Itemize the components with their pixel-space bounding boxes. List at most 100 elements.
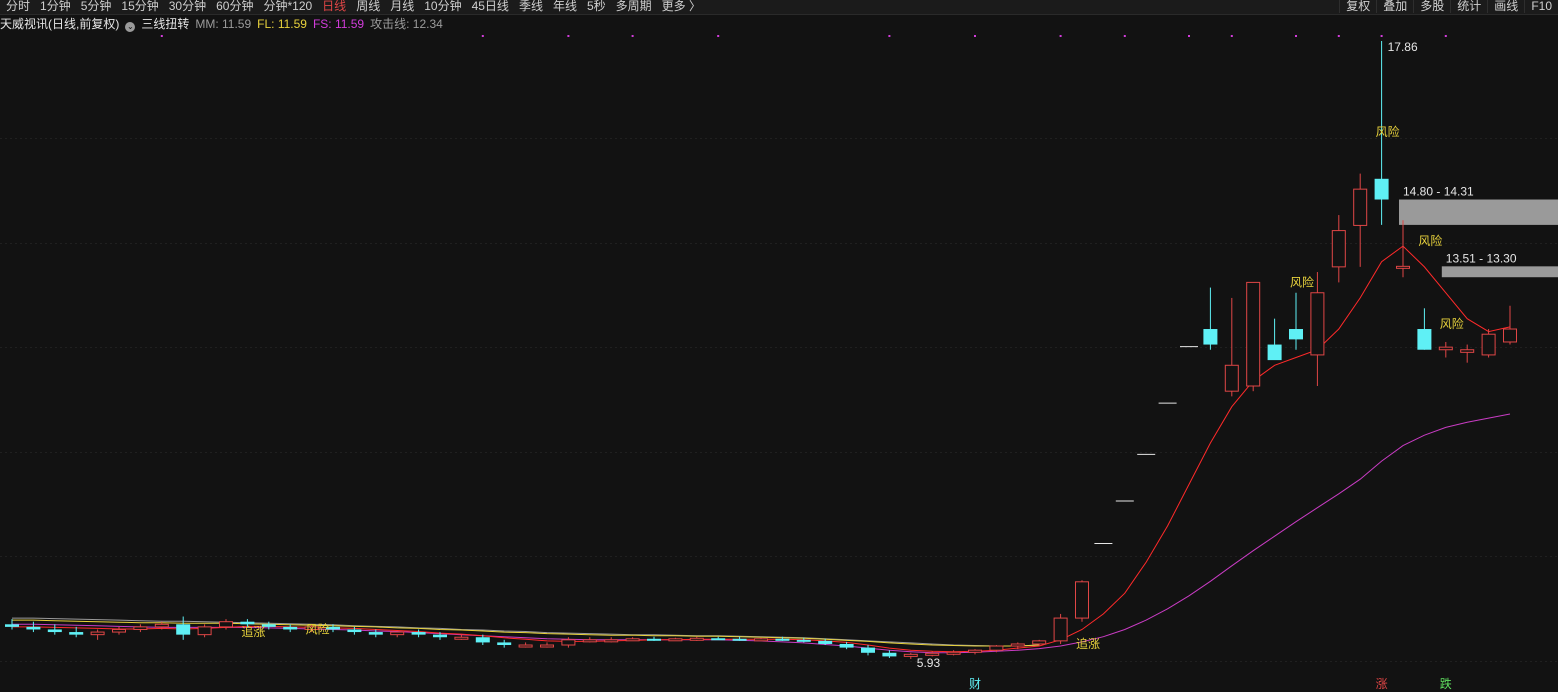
top-signal-dot (481, 35, 484, 37)
period-tab-7[interactable]: 日线 (322, 0, 346, 13)
indicator-name[interactable]: 三线扭转 (141, 17, 189, 31)
top-signal-dot (1188, 35, 1190, 37)
candle-body-up (112, 628, 126, 633)
candle-body-up (540, 644, 554, 648)
signal-label: 风险 (1418, 233, 1442, 248)
candle-body-up (518, 644, 533, 648)
period-tab-3[interactable]: 15分钟 (121, 0, 158, 13)
candle-body-down (839, 643, 854, 648)
tool-button-2[interactable]: 多股 (1413, 0, 1450, 13)
period-tab-9[interactable]: 月线 (390, 0, 414, 13)
price-extreme-label: 5.93 (917, 656, 941, 670)
fast-line (12, 245, 1511, 653)
period-tab-10[interactable]: 10分钟 (424, 0, 461, 13)
candle-body-down (1203, 329, 1218, 345)
candle-body-down (347, 629, 362, 633)
price-extreme-label: 17.86 (1388, 40, 1418, 54)
period-tab-4[interactable]: 30分钟 (169, 0, 206, 13)
candle-body-down (433, 634, 447, 638)
event-marker: 财 (969, 677, 981, 691)
top-signal-dot (717, 35, 720, 37)
candle-body-up (1396, 265, 1410, 269)
period-tab-12[interactable]: 季线 (519, 0, 543, 13)
candle-body-down (1289, 329, 1303, 340)
candle-body-down (1417, 329, 1432, 350)
candle-body-down (475, 637, 490, 643)
candle-body-down (1374, 178, 1389, 200)
candle-body-down (26, 626, 41, 630)
tool-buttons: 复权 叠加 多股 统计 画线 F10 (1339, 0, 1558, 13)
top-signal-dot (1444, 35, 1447, 37)
candle-body-up (1053, 617, 1068, 642)
top-signal-dot (567, 35, 570, 37)
candle-body-up (582, 639, 597, 643)
zone-label: 14.80 - 14.31 (1403, 185, 1474, 199)
candle-body-up (219, 621, 233, 628)
candle-body-up (1010, 643, 1025, 647)
period-tab-11[interactable]: 45日线 (472, 0, 509, 13)
event-marker: 跌 (1440, 676, 1452, 691)
period-tab-16[interactable]: 更多 〉 (662, 0, 701, 13)
candle-body-up (968, 649, 982, 653)
candle-body-up (154, 623, 169, 628)
candle-body-up (90, 631, 105, 636)
top-signal-dot (160, 35, 163, 37)
event-marker: 涨 (1376, 676, 1388, 691)
top-signal-dot (1295, 35, 1297, 37)
candle-body-up (1310, 292, 1325, 356)
candle-body-down (732, 638, 747, 641)
fs-value: FS: 11.59 (312, 17, 365, 31)
candle-body-up (1032, 640, 1047, 645)
mm-value: MM: 11.59 (195, 17, 252, 31)
period-tab-14[interactable]: 5秒 (587, 0, 606, 13)
stock-title: 天威视讯(日线,前复权) (0, 17, 120, 31)
candle-body-up (1438, 346, 1453, 351)
candle-body-down (796, 639, 811, 642)
candle-body-up (1075, 581, 1089, 619)
candle-body-down (411, 632, 426, 635)
period-tab-15[interactable]: 多周期 (616, 0, 652, 13)
period-tab-1[interactable]: 1分钟 (40, 0, 71, 13)
candle-body-up (625, 638, 640, 642)
candle-body-up (1224, 364, 1239, 392)
signal-label: 风险 (1376, 124, 1400, 139)
period-tab-0[interactable]: 分时 (6, 0, 30, 13)
tool-button-5[interactable]: F10 (1524, 0, 1558, 13)
candle-body-down (711, 638, 726, 641)
candle-body-down (368, 632, 383, 635)
candle-body-down (47, 629, 62, 633)
slow-line (12, 413, 1511, 654)
period-tab-6[interactable]: 分钟*120 (263, 0, 312, 13)
period-tab-2[interactable]: 5分钟 (81, 0, 112, 13)
candle-body-up (754, 638, 768, 642)
tool-button-1[interactable]: 叠加 (1376, 0, 1413, 13)
period-toolbar: 分时 1分钟 5分钟 15分钟 30分钟 60分钟 分钟*120 日线 周线 月线 10分钟 45日线… (0, 0, 1558, 15)
tool-button-0[interactable]: 复权 (1339, 0, 1376, 13)
top-signal-dot (1230, 35, 1233, 37)
candle-body-up (1246, 281, 1261, 387)
candle-body-down (5, 624, 19, 627)
tool-button-4[interactable]: 画线 (1487, 0, 1524, 13)
indicator-toggle-icon[interactable]: ⌄ (125, 22, 136, 32)
candle-body-up (946, 651, 961, 655)
period-tab-13[interactable]: 年线 (553, 0, 577, 13)
candle-body-up (561, 639, 576, 646)
candle-body-up (454, 636, 469, 640)
zone-label: 13.51 - 13.30 (1446, 251, 1517, 265)
candle-body-up (1353, 188, 1368, 226)
period-tab-8[interactable]: 周线 (356, 0, 380, 13)
period-tabs: 分时 1分钟 5分钟 15分钟 30分钟 60分钟 分钟*120 日线 周线 月线 10分钟 45日线… (6, 0, 711, 13)
candle-body-down (775, 638, 790, 641)
candle-body-down (240, 621, 255, 625)
kline-chart[interactable]: 14.80 - 14.3113.51 - 13.30追涨 风险追涨风险风险风险风险… (0, 34, 1558, 692)
candle-body-up (903, 653, 918, 657)
support-zone (1399, 199, 1558, 225)
tool-button-3[interactable]: 统计 (1450, 0, 1487, 13)
period-tab-5[interactable]: 60分钟 (216, 0, 253, 13)
top-signal-dot (1123, 35, 1126, 37)
candle-body-up (133, 626, 148, 630)
candle-body-down (882, 652, 897, 657)
top-signal-dot (888, 35, 891, 37)
top-signal-dot (1059, 35, 1062, 37)
candle-body-up (197, 626, 212, 636)
